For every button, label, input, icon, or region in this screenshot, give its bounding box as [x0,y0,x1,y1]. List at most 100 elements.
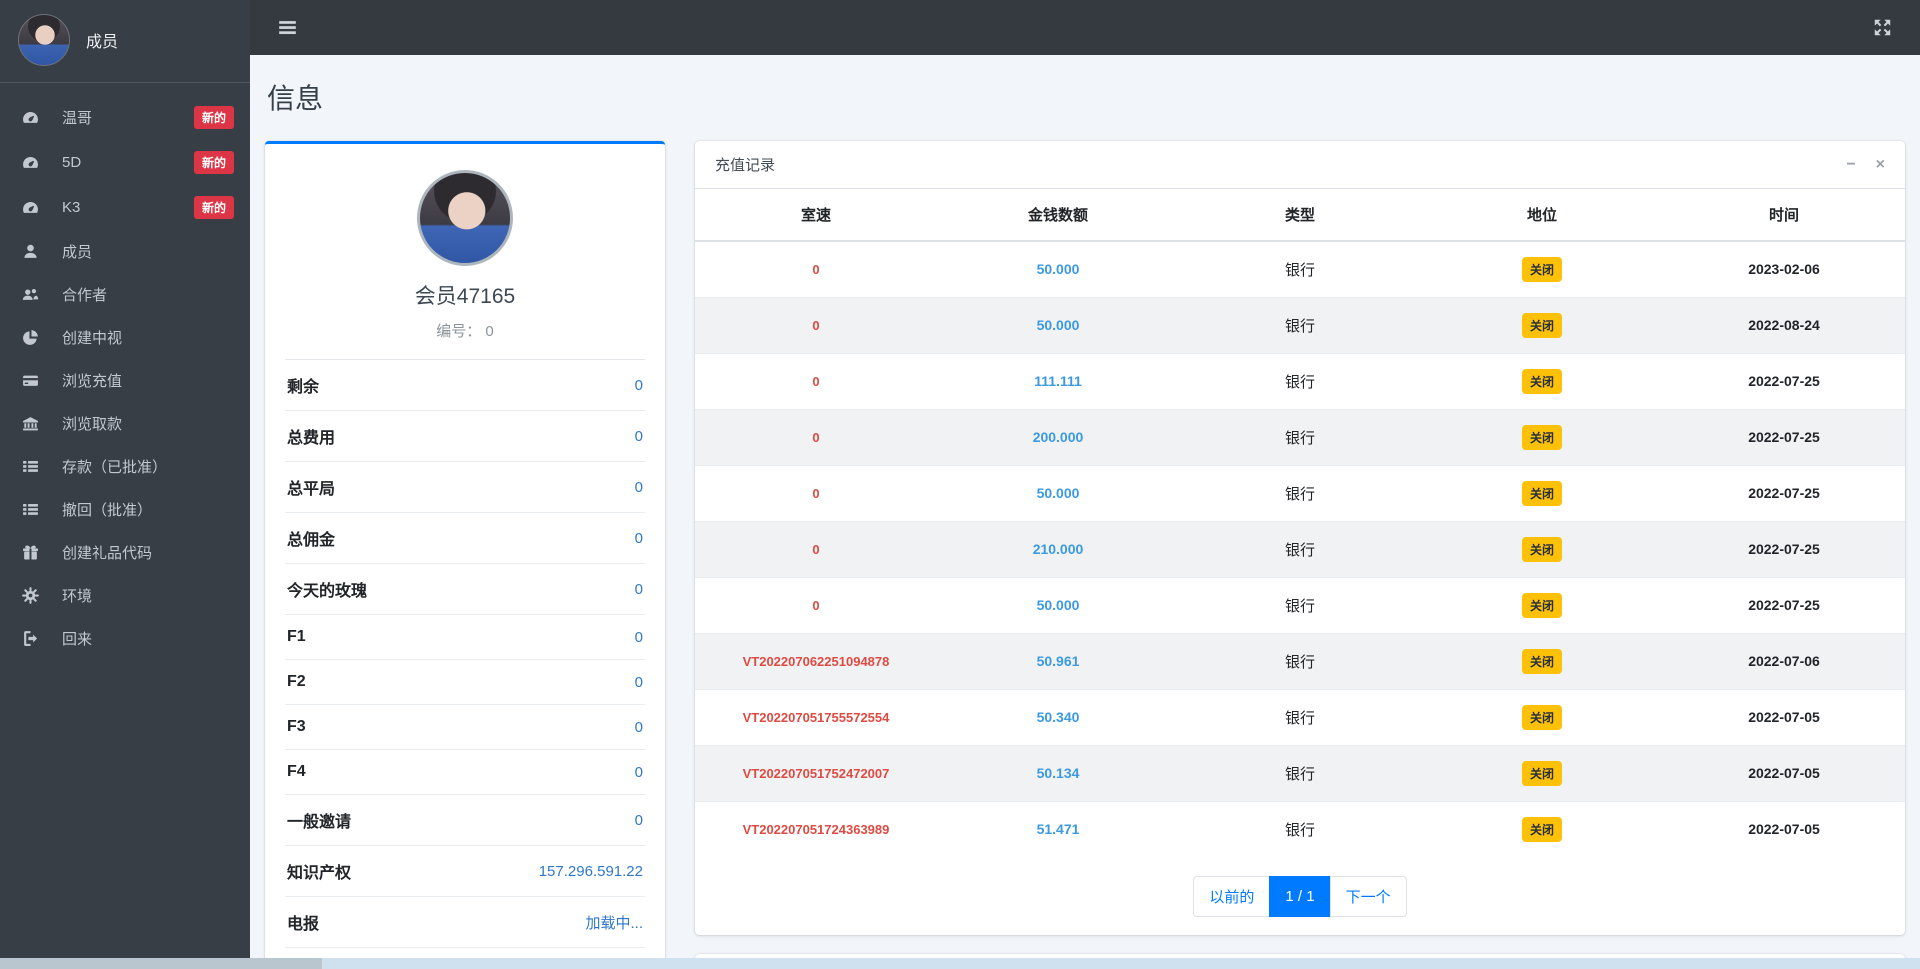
type-value: 银行 [1285,598,1315,615]
table-row: VT202207062251094878 50.961 银行 关闭 2022-0… [695,634,1905,690]
sidebar-item[interactable]: 回来 [8,617,242,660]
type-value: 银行 [1285,318,1315,335]
sidebar-item-label: 温哥 [62,107,188,128]
amount-value: 50.340 [1037,709,1080,725]
scrollbar-thumb[interactable] [0,958,322,969]
member-name: 会员47165 [285,280,645,310]
stat-label: 总平局 [287,475,335,499]
order-code: 0 [812,486,819,501]
order-code: VT202207051755572554 [743,710,890,725]
sidebar-nav: 温哥 新的 5D 新的 K3 新的 成员 [0,83,250,672]
stat-label: F4 [287,763,306,781]
dashboard-icon [22,199,48,216]
recharge-table: 室速金钱数额类型地位时间 0 50.000 银行 关闭 [695,189,1905,857]
sidebar-item[interactable]: 浏览取款 [8,402,242,445]
status-badge: 关闭 [1522,257,1562,282]
close-icon[interactable]: × [1876,157,1885,173]
list-icon [22,458,48,475]
sidebar-item[interactable]: 浏览充值 [8,359,242,402]
sidebar-item[interactable]: 创建中视 [8,316,242,359]
sidebar-item-label: 浏览取款 [62,413,234,434]
next-page-button[interactable]: 下一个 [1330,876,1407,917]
credit-card-icon [22,372,48,389]
date-value: 2022-07-25 [1748,541,1820,557]
bank-icon [22,415,48,432]
date-value: 2022-07-25 [1748,373,1820,389]
sidebar-item-label: 创建礼品代码 [62,542,234,563]
pie-chart-icon [22,329,48,346]
hamburger-menu-icon[interactable] [278,18,297,37]
dashboard-icon [22,154,48,171]
sidebar-user-panel[interactable]: 成员 [0,0,250,83]
stat-label: 总费用 [287,424,335,448]
table-row: 0 50.000 银行 关闭 2022-07-25 [695,578,1905,634]
stat-label: F1 [287,628,306,646]
stat-value: 0 [635,764,643,781]
gift-icon [22,544,48,561]
content-area: 信息 会员47165 编号： 0 剩余 0 [250,55,1920,969]
stat-row: 今天的玫瑰 0 [285,564,645,615]
column-header: 地位 [1421,189,1663,241]
order-code: 0 [812,318,819,333]
status-badge: 关闭 [1522,817,1562,842]
horizontal-scrollbar[interactable] [0,958,1920,969]
sidebar-item-label: 存款（已批准） [62,456,234,477]
stat-row: F1 0 [285,615,645,660]
stat-value: 0 [635,428,643,445]
status-badge: 关闭 [1522,761,1562,786]
order-code: 0 [812,430,819,445]
stat-value: 0 [635,530,643,547]
sidebar-item[interactable]: K3 新的 [8,185,242,230]
date-value: 2023-02-06 [1748,261,1820,277]
order-code: VT202207062251094878 [743,654,890,669]
table-row: 0 50.000 银行 关闭 2022-08-24 [695,298,1905,354]
amount-value: 210.000 [1033,541,1084,557]
stat-row: F2 0 [285,660,645,705]
order-code: VT202207051724363989 [743,822,890,837]
current-page-indicator[interactable]: 1 / 1 [1269,876,1330,917]
minimize-icon[interactable]: − [1846,157,1855,173]
column-header: 类型 [1179,189,1421,241]
sidebar-item-label: 撤回（批准） [62,499,234,520]
column-header: 室速 [695,189,937,241]
sign-out-icon [22,630,48,647]
date-value: 2022-07-25 [1748,485,1820,501]
order-code: 0 [812,262,819,277]
amount-value: 50.000 [1037,317,1080,333]
stat-label: 电报 [287,910,319,934]
sidebar-item[interactable]: 创建礼品代码 [8,531,242,574]
sidebar-item[interactable]: 温哥 新的 [8,95,242,140]
order-code: 0 [812,542,819,557]
type-value: 银行 [1285,262,1315,279]
sidebar-item[interactable]: 撤回（批准） [8,488,242,531]
type-value: 银行 [1285,822,1315,839]
recharge-table-body: 0 50.000 银行 关闭 2023-02-06 0 [695,241,1905,857]
table-row: 0 111.111 银行 关闭 2022-07-25 [695,354,1905,410]
table-row: 0 50.000 银行 关闭 2023-02-06 [695,241,1905,298]
new-badge: 新的 [194,151,234,174]
new-badge: 新的 [194,196,234,219]
panel-title: 充值记录 [715,154,775,175]
stat-row: 总佣金 0 [285,513,645,564]
type-value: 银行 [1285,654,1315,671]
sidebar-item[interactable]: 合作者 [8,273,242,316]
sidebar-item[interactable]: 存款（已批准） [8,445,242,488]
sidebar-item[interactable]: 5D 新的 [8,140,242,185]
app-window: 成员 温哥 新的 5D 新的 K3 新的 [0,0,1920,969]
pagination: 以前的 1 / 1 下一个 [695,857,1905,935]
stat-value: 0 [635,377,643,394]
previous-page-button[interactable]: 以前的 [1193,876,1270,917]
stat-row: F3 0 [285,705,645,750]
date-value: 2022-08-24 [1748,317,1820,333]
sidebar-item-label: 浏览充值 [62,370,234,391]
gear-icon [22,587,48,604]
sidebar-item[interactable]: 成员 [8,230,242,273]
date-value: 2022-07-06 [1748,653,1820,669]
stat-row: 总费用 0 [285,411,645,462]
sidebar-item[interactable]: 环境 [8,574,242,617]
sidebar-user-name: 成员 [86,28,118,52]
date-value: 2022-07-25 [1748,597,1820,613]
column-header: 金钱数额 [937,189,1179,241]
status-badge: 关闭 [1522,537,1562,562]
fullscreen-icon[interactable] [1873,18,1892,37]
